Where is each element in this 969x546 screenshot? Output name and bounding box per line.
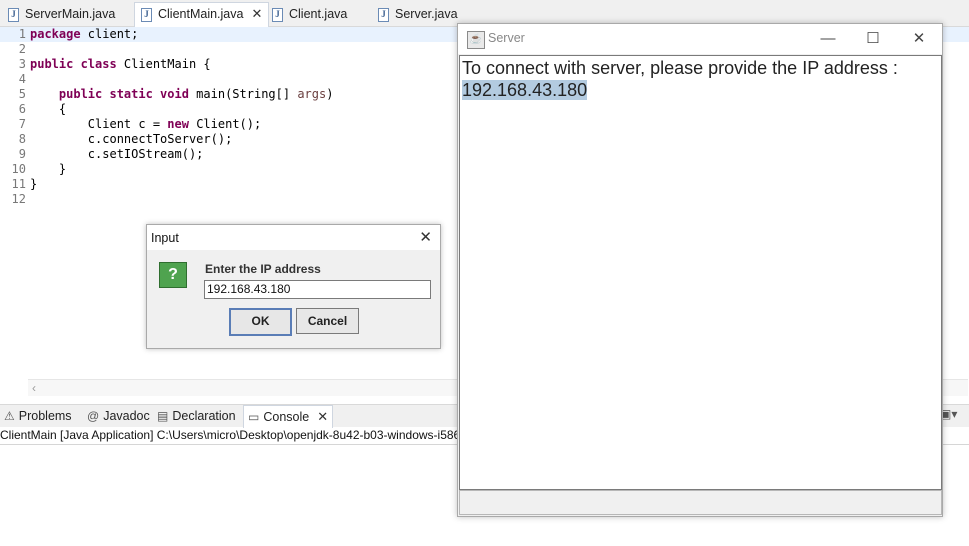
declaration-icon: ▤ — [157, 409, 169, 423]
server-input-field[interactable] — [459, 490, 942, 515]
ip-address-input[interactable] — [204, 280, 431, 299]
dialog-message: Enter the IP address — [205, 262, 321, 276]
tab-label: Problems — [18, 409, 72, 423]
line-number: 2 — [18, 42, 26, 56]
tab-label: Console — [263, 410, 310, 424]
code-line[interactable]: 7 Client c = new Client(); — [0, 117, 261, 132]
code-line[interactable]: 10 } — [0, 162, 67, 177]
line-number: 7 — [18, 117, 26, 131]
tab-server[interactable]: J Server.java — [372, 3, 464, 25]
server-titlebar[interactable]: ☕ Server — ☐ ✕ — [458, 24, 942, 54]
line-number: 10 — [11, 162, 26, 176]
server-text-area[interactable]: To connect with server, please provide t… — [459, 55, 942, 490]
question-icon: ? — [159, 262, 187, 288]
view-menu-icon[interactable]: ▣▾ — [940, 407, 969, 425]
tab-label: Declaration — [172, 409, 236, 423]
line-number: 4 — [18, 72, 26, 86]
line-number: 6 — [18, 102, 26, 116]
tab-label: Javadoc — [103, 409, 150, 423]
code-line[interactable]: 9 c.setIOStream(); — [0, 147, 204, 162]
server-message: To connect with server, please provide t… — [462, 58, 898, 78]
tab-label: Server.java — [395, 7, 458, 21]
dialog-title: Input — [151, 231, 179, 245]
console-icon: ▭ — [248, 410, 260, 424]
code-line[interactable]: 5 public static void main(String[] args) — [0, 87, 334, 102]
line-number: 12 — [11, 192, 26, 206]
server-window: ☕ Server — ☐ ✕ To connect with server, p… — [457, 23, 943, 517]
ok-button[interactable]: OK — [229, 308, 292, 336]
tab-servermain[interactable]: J ServerMain.java — [2, 3, 121, 25]
code-line[interactable]: 8 c.connectToServer(); — [0, 132, 233, 147]
code-line[interactable]: 6 { — [0, 102, 66, 117]
tab-clientmain[interactable]: J ClientMain.java ✕ — [134, 2, 270, 27]
javadoc-icon: @ — [87, 409, 100, 423]
tab-label: ServerMain.java — [25, 7, 116, 21]
code-line[interactable]: 2 — [0, 42, 30, 57]
code-line[interactable]: 12 — [0, 192, 30, 207]
line-number: 3 — [18, 57, 26, 71]
tab-label: ClientMain.java — [158, 7, 244, 21]
java-file-icon: J — [141, 7, 152, 22]
tab-declaration[interactable]: ▤ Declaration — [157, 405, 236, 427]
code-line[interactable]: 4 — [0, 72, 30, 87]
line-number: 9 — [18, 147, 26, 161]
close-icon[interactable]: ✕ — [317, 406, 328, 428]
cancel-button[interactable]: Cancel — [296, 308, 359, 334]
scroll-left-icon[interactable]: ‹ — [32, 381, 36, 395]
line-number: 5 — [18, 87, 26, 101]
tab-client[interactable]: J Client.java — [266, 3, 353, 25]
line-number: 1 — [18, 27, 26, 41]
close-icon[interactable]: ✕ — [419, 228, 432, 246]
tab-problems[interactable]: ⚠ Problems — [4, 405, 72, 427]
close-icon[interactable]: ✕ — [904, 28, 934, 50]
problems-icon: ⚠ — [4, 409, 15, 423]
tab-console[interactable]: ▭ Console ✕ — [243, 405, 334, 428]
java-file-icon: J — [272, 7, 283, 22]
java-app-icon: ☕ — [467, 31, 485, 49]
dialog-titlebar[interactable]: Input ✕ — [147, 225, 440, 250]
tab-javadoc[interactable]: @ Javadoc — [87, 405, 150, 427]
line-number: 8 — [18, 132, 26, 146]
server-window-title: Server — [488, 31, 525, 45]
input-dialog: Input ✕ ? Enter the IP address OK Cancel — [146, 224, 441, 349]
maximize-icon[interactable]: ☐ — [858, 28, 888, 50]
code-line[interactable]: 11} — [0, 177, 38, 192]
java-file-icon: J — [8, 7, 19, 22]
server-ip-text: 192.168.43.180 — [462, 80, 588, 100]
line-number: 11 — [11, 177, 26, 191]
code-line[interactable]: 3 public class ClientMain { — [0, 57, 211, 72]
minimize-icon[interactable]: — — [813, 28, 843, 50]
server-message-block: To connect with server, please provide t… — [462, 57, 898, 101]
close-icon[interactable]: ✕ — [251, 3, 262, 25]
java-file-icon: J — [378, 7, 389, 22]
tab-label: Client.java — [289, 7, 348, 21]
